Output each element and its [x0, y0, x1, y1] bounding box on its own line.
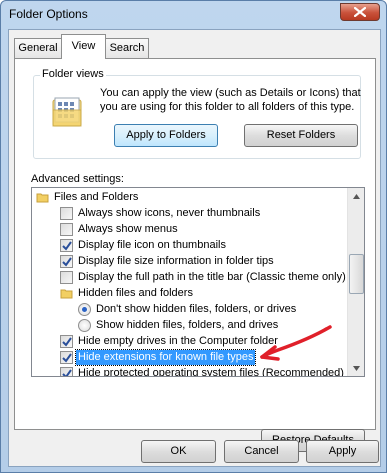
- ok-button[interactable]: OK: [141, 440, 216, 463]
- tree-item-label: Don't show hidden files, folders, or dri…: [96, 303, 297, 315]
- checkmark-icon: [62, 257, 72, 267]
- radio-show-hidden[interactable]: Show hidden files, folders, and drives: [78, 318, 348, 333]
- checkmark-icon: [62, 353, 72, 363]
- tree-item-label: Show hidden files, folders, and drives: [96, 319, 279, 331]
- tab-search[interactable]: Search: [105, 38, 149, 58]
- tree-item-label: Always show menus: [78, 223, 178, 235]
- checkmark-icon: [62, 337, 72, 347]
- tree-folder-files-and-folders: Files and Folders: [36, 190, 336, 205]
- checkbox-checked[interactable]: [60, 255, 73, 268]
- folder-views-label: Folder views: [40, 68, 106, 80]
- checkbox-always-show-icons[interactable]: Always show icons, never thumbnails: [60, 206, 350, 221]
- folder-views-description: You can apply the view (such as Details …: [100, 87, 361, 113]
- dialog-client-area: General View Search Folder views You can…: [8, 29, 381, 467]
- apply-button[interactable]: Apply: [306, 440, 379, 463]
- tab-view[interactable]: View: [61, 34, 106, 59]
- checkbox-hide-protected-files[interactable]: Hide protected operating system files (R…: [60, 366, 350, 377]
- folder-options-window: Folder Options General View Search Folde…: [0, 0, 387, 473]
- chevron-down-icon: [353, 365, 360, 371]
- close-button[interactable]: [340, 3, 380, 21]
- tree-item-label: Display the full path in the title bar (…: [78, 271, 346, 283]
- close-x-icon: [354, 7, 366, 17]
- window-title: Folder Options: [9, 7, 88, 21]
- checkbox-checked[interactable]: [60, 351, 73, 364]
- reset-folders-button[interactable]: Reset Folders: [244, 124, 358, 147]
- cancel-button[interactable]: Cancel: [224, 440, 299, 463]
- checkbox[interactable]: [60, 223, 73, 236]
- checkbox-display-file-icon[interactable]: Display file icon on thumbnails: [60, 238, 350, 253]
- checkbox-hide-empty-drives[interactable]: Hide empty drives in the Computer folder: [60, 334, 350, 349]
- tab-search-label: Search: [109, 42, 145, 54]
- tab-general-label: General: [18, 42, 58, 54]
- checkbox[interactable]: [60, 207, 73, 220]
- scroll-thumb[interactable]: [349, 254, 364, 294]
- folder-views-group: Folder views You can apply the view (suc…: [33, 68, 361, 159]
- scroll-down-button[interactable]: [349, 360, 364, 376]
- tree-folder-hidden-files: Hidden files and folders: [60, 286, 350, 301]
- checkbox-display-file-size[interactable]: Display file size information in folder …: [60, 254, 350, 269]
- tree-item-label-selected: Hide extensions for known file types: [74, 349, 257, 366]
- advanced-settings-label: Advanced settings:: [31, 173, 124, 185]
- checkbox-checked[interactable]: [60, 367, 73, 376]
- checkmark-icon: [62, 369, 72, 376]
- chevron-up-icon: [353, 193, 360, 199]
- radio-button[interactable]: [78, 319, 91, 332]
- tree-item-label: Hidden files and folders: [78, 287, 193, 299]
- tree-item-label: Display file size information in folder …: [78, 255, 274, 267]
- view-tab-panel: Folder views You can apply the view (suc…: [14, 58, 376, 452]
- folder-details-view-icon: [51, 96, 85, 130]
- checkbox-display-full-path[interactable]: Display the full path in the title bar (…: [60, 270, 350, 285]
- tree-item-label: Always show icons, never thumbnails: [78, 207, 261, 219]
- vertical-scrollbar[interactable]: [347, 188, 364, 376]
- checkbox-checked[interactable]: [60, 335, 73, 348]
- checkbox-hide-extensions[interactable]: Hide extensions for known file types: [60, 349, 350, 366]
- tree-item-label: Display file icon on thumbnails: [78, 239, 226, 251]
- advanced-settings-tree[interactable]: Files and Folders Always show icons, nev…: [31, 187, 365, 377]
- tree-item-label: Hide empty drives in the Computer folder: [78, 335, 278, 347]
- scroll-up-button[interactable]: [349, 188, 364, 204]
- apply-to-folders-button[interactable]: Apply to Folders: [114, 124, 218, 147]
- tree-item-label: Hide protected operating system files (R…: [78, 367, 344, 377]
- checkbox[interactable]: [60, 271, 73, 284]
- tab-view-label: View: [71, 40, 96, 52]
- tab-general[interactable]: General: [14, 38, 62, 58]
- radio-dont-show-hidden[interactable]: Don't show hidden files, folders, or dri…: [78, 302, 348, 317]
- folder-icon: [60, 289, 73, 299]
- checkmark-icon: [62, 241, 72, 251]
- radio-button-checked[interactable]: [78, 303, 91, 316]
- checkbox-checked[interactable]: [60, 239, 73, 252]
- tree-item-label: Files and Folders: [54, 191, 139, 203]
- checkbox-always-show-menus[interactable]: Always show menus: [60, 222, 350, 237]
- folder-icon: [36, 193, 49, 203]
